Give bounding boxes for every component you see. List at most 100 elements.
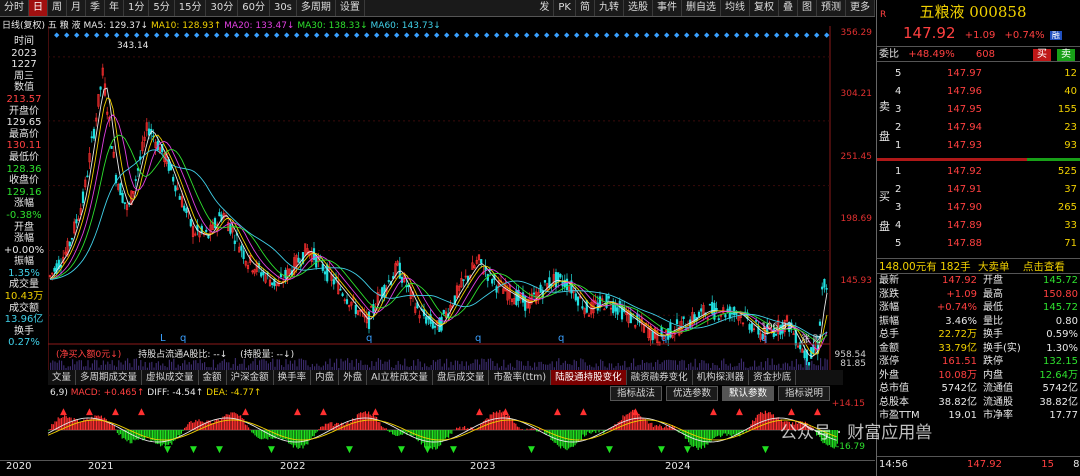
macd-bar — [563, 430, 565, 448]
macd-bar — [244, 424, 246, 430]
toolbar-item[interactable]: 30分 — [206, 0, 239, 16]
sub-bar — [78, 360, 80, 370]
indicator-tab[interactable]: 陆股通持股变化 — [551, 370, 627, 385]
indicator-tab[interactable]: 资金抄底 — [749, 370, 797, 385]
kline-chart[interactable]: ◆ ◆ ◆ ◆ ◆ ◆ ◆ ◆ ◆ ◆ ◆ ◆ ◆ ◆ ◆ ◆ ◆ ◆ ◆ ◆ ◆ ◆ ◆ ◆ ◆ ◆ ◆ ◆ ◆ ◆ ◆ ◆ ◆ ◆ ◆ ◆ ◆ ◆ ◆ ◆… — [48, 26, 843, 370]
toolbar-tool[interactable]: 发 — [535, 0, 555, 16]
indicator-tab[interactable]: 虚拟成交量 — [142, 370, 199, 385]
toolbar-tool[interactable]: 均线 — [721, 0, 750, 16]
candle-body — [321, 263, 324, 271]
indicator-tab[interactable]: 外盘 — [339, 370, 368, 385]
toolbar-tool[interactable]: PK — [554, 0, 576, 16]
indicator-tab[interactable]: 多周期成交量 — [76, 370, 143, 385]
macd-chart[interactable]: ▲ ▲ ▲ ▲ ▼ ▼ ▼ ▲ ▼ ▲ ▲ ▼ ▲ ▼ ▼ ▼ ▲ ▲ ▼ ▲ ▲ ▼ ▲ ▼ ▼ ▲ ▲ ▼ ▲ ▲ — [0, 400, 843, 460]
weibi-label: 委比 — [879, 49, 899, 60]
signal-marker: q — [761, 333, 767, 344]
book-row[interactable]: 5 147.97 12 — [877, 66, 1080, 82]
macd-button[interactable]: 优选参数 — [666, 386, 719, 401]
sub-bar — [703, 360, 705, 370]
macd-bar — [305, 430, 307, 445]
toolbar-item[interactable]: 周 — [48, 0, 67, 16]
macd-bar — [686, 430, 688, 440]
indicator-tab[interactable]: 融资融券变化 — [627, 370, 693, 385]
sub-bar — [56, 362, 58, 370]
view-detail-link[interactable]: 点击查看 — [1023, 261, 1065, 273]
toolbar-tool[interactable]: 选股 — [624, 0, 653, 16]
toolbar-item[interactable]: 日 — [29, 0, 48, 16]
info-row: -0.38% — [6, 209, 42, 221]
book-level: 5 — [895, 68, 902, 79]
indicator-tab[interactable]: 市盈率(ttm) — [489, 370, 552, 385]
indicator-tab[interactable]: 盘后成交量 — [433, 370, 490, 385]
macd-bar — [553, 430, 555, 443]
sub-bar — [377, 358, 379, 370]
macd-bar — [123, 430, 125, 439]
indicator-tab[interactable]: 金额 — [199, 370, 227, 385]
book-row[interactable]: 1 147.93 93 — [877, 138, 1080, 154]
macd-bar — [235, 413, 237, 430]
buy-button[interactable]: 买 — [1033, 49, 1051, 61]
indicator-tab[interactable]: 机构探测器 — [693, 370, 750, 385]
macd-bar — [414, 430, 416, 436]
macd-bar — [396, 430, 398, 436]
book-row[interactable]: 4 147.96 40 — [877, 84, 1080, 100]
toolbar-tool[interactable]: 预测 — [817, 0, 846, 16]
toolbar-tool[interactable]: 更多 — [846, 0, 875, 16]
toolbar-item[interactable]: 30s — [270, 0, 297, 16]
candle-body — [433, 325, 437, 328]
toolbar-tool[interactable]: 删自选 — [682, 0, 721, 16]
toolbar-tool[interactable]: 九转 — [595, 0, 624, 16]
toolbar-tool[interactable]: 事件 — [653, 0, 682, 16]
toolbar-tool[interactable]: 简 — [576, 0, 595, 16]
book-row[interactable]: 3 147.90 265 — [877, 200, 1080, 216]
sub-bar — [743, 361, 745, 370]
toolbar-item[interactable]: 60分 — [238, 0, 270, 16]
indicator-tab[interactable]: 换手率 — [274, 370, 312, 385]
toolbar-item[interactable]: 设置 — [336, 0, 365, 16]
sub-bar — [261, 359, 263, 370]
stat-row: 总手 22.72万 换手 0.59% — [877, 328, 1080, 341]
event-marker: ◆ — [754, 31, 760, 39]
sub-bar — [767, 358, 769, 370]
toolbar-item[interactable]: 分时 — [0, 0, 29, 16]
book-row[interactable]: 1 147.92 525 — [877, 164, 1080, 180]
book-row[interactable]: 4 147.89 33 — [877, 218, 1080, 234]
chart-type-label[interactable]: 日线(复权) — [2, 21, 45, 31]
indicator-tab[interactable]: 沪深金额 — [227, 370, 274, 385]
book-row[interactable]: 2 147.91 37 — [877, 182, 1080, 198]
macd-button[interactable]: 指标战法 — [610, 386, 663, 401]
sub-bar — [432, 360, 434, 370]
toolbar-item[interactable]: 多周期 — [297, 0, 336, 16]
candle-body — [341, 293, 344, 296]
macd-bar — [392, 430, 394, 435]
event-marker: ◆ — [364, 31, 370, 39]
toolbar-tool[interactable]: 叠 — [779, 0, 798, 16]
sell-button[interactable]: 卖 — [1057, 49, 1075, 61]
indicator-tab[interactable]: 内盘 — [311, 370, 340, 385]
toolbar-item[interactable]: 月 — [67, 0, 86, 16]
candle-body — [189, 218, 192, 227]
zhang-cai-marker[interactable]: 涨 财 — [801, 332, 822, 345]
macd-button[interactable]: 默认参数 — [722, 386, 775, 401]
book-row[interactable]: 5 147.88 71 — [877, 236, 1080, 252]
macd-bar — [59, 418, 61, 430]
toolbar-item[interactable]: 年 — [105, 0, 124, 16]
toolbar-tool[interactable]: 复权 — [750, 0, 779, 16]
toolbar-item[interactable]: 5分 — [149, 0, 175, 16]
toolbar-item[interactable]: 季 — [86, 0, 105, 16]
macd-button[interactable]: 指标说明 — [778, 386, 831, 401]
macd-bar — [772, 414, 774, 430]
macd-bar — [265, 430, 267, 439]
indicator-tab[interactable]: 文量 — [48, 370, 77, 385]
info-row: 振幅 — [14, 256, 34, 268]
sub-bar — [129, 363, 131, 370]
indicator-tab[interactable]: AI立桩成交量 — [367, 370, 433, 385]
toolbar-tool[interactable]: 图 — [798, 0, 817, 16]
book-row[interactable]: 2 147.94 23 — [877, 120, 1080, 136]
toolbar-item[interactable]: 15分 — [175, 0, 207, 16]
sub-bar — [705, 363, 707, 370]
sub-bar — [294, 360, 296, 370]
stat-label: 市净率 — [983, 410, 1013, 421]
toolbar-item[interactable]: 1分 — [124, 0, 150, 16]
book-row[interactable]: 3 147.95 155 — [877, 102, 1080, 118]
